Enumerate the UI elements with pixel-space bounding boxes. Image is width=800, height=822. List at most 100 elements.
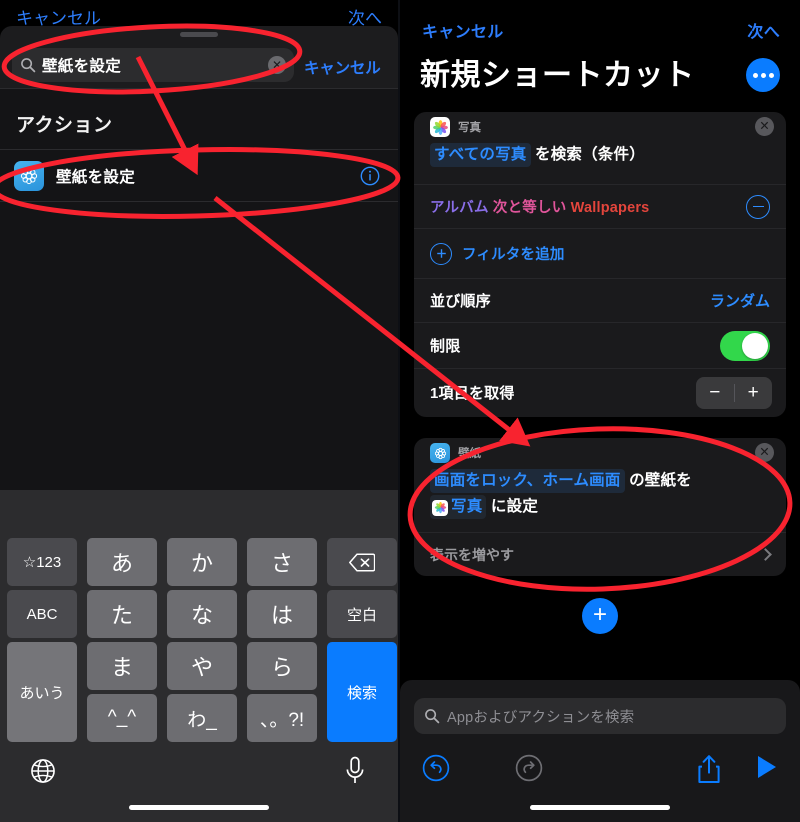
key-label: ま	[110, 655, 133, 680]
key-☆123[interactable]: ☆123	[7, 538, 77, 586]
phrase-token-photos-label: 写真	[451, 498, 483, 515]
key-label: 空白	[346, 606, 377, 624]
key-label: 検索	[346, 684, 377, 702]
key-さ[interactable]: さ	[247, 538, 317, 586]
key-空白[interactable]: 空白	[327, 590, 397, 638]
key-label: ☆123	[22, 554, 62, 571]
search-results-body: アクション 壁紙を設定	[0, 88, 398, 490]
show-more-row[interactable]: 表示を増やす	[414, 532, 786, 576]
card-action-phrase: すべての写真 を検索（条件）	[414, 142, 786, 168]
next-button[interactable]: 次へ	[747, 18, 780, 42]
key-、。?![interactable]: 、。?!	[247, 694, 317, 742]
search-input[interactable]: 壁紙を設定 ✕	[12, 48, 294, 82]
home-indicator-left	[129, 805, 269, 810]
info-circle-icon[interactable]	[360, 166, 380, 186]
key-⌫[interactable]	[327, 538, 397, 586]
photos-app-icon	[430, 117, 450, 137]
search-apps-actions-input[interactable]: Appおよびアクションを検索	[414, 698, 786, 734]
key-わ_[interactable]: わ_	[167, 694, 237, 742]
photos-pinwheel-glyph	[432, 119, 448, 135]
key-ABC[interactable]: ABC	[7, 590, 77, 638]
limit-toggle[interactable]	[720, 330, 770, 361]
row-label: 制限	[430, 338, 461, 355]
ellipsis-dot	[760, 72, 766, 78]
share-icon[interactable]	[696, 754, 722, 784]
clear-search-icon[interactable]: ✕	[268, 56, 286, 74]
key-な[interactable]: な	[167, 590, 237, 638]
key-label: か	[190, 551, 213, 576]
key-か[interactable]: か	[167, 538, 237, 586]
search-placeholder: Appおよびアクションを検索	[447, 709, 635, 726]
key-label: は	[270, 603, 293, 628]
card-app-label: 写真	[458, 122, 481, 134]
divider-below-result	[0, 201, 398, 202]
microphone-icon[interactable]	[344, 756, 366, 786]
screenshot-root: キャンセル 次へ 壁紙を設定 ✕ キャンセル アクション 壁紙を設定 ☆123 …	[0, 0, 800, 822]
action-card-set-wallpaper[interactable]: 壁紙 ✕ 画面をロック、ホーム画面 の壁紙を 写真 に設定 表示を増やす	[414, 438, 786, 576]
row-value-sort-order[interactable]: ランダム	[710, 290, 770, 311]
close-circle-icon[interactable]: ✕	[755, 117, 774, 136]
key-search[interactable]: 検索	[327, 642, 397, 742]
key-ま[interactable]: ま	[87, 642, 157, 690]
filter-row[interactable]: アルバム 次と等しい Wallpapers	[414, 184, 786, 228]
home-indicator-right	[530, 805, 670, 810]
add-filter-label[interactable]: フィルタを追加	[462, 243, 565, 264]
stepper-increment[interactable]: +	[734, 382, 772, 404]
ellipsis-dot	[768, 72, 774, 78]
minus-bar	[752, 205, 764, 208]
phrase-rest-text: を検索（条件）	[535, 146, 645, 163]
card-header: 写真 ✕	[414, 112, 786, 142]
cancel-button[interactable]: キャンセル	[422, 18, 504, 42]
photos-pinwheel-glyph	[434, 501, 446, 514]
plus-circle-icon	[430, 242, 452, 265]
action-search-sheet: 壁紙を設定 ✕ キャンセル アクション 壁紙を設定	[0, 26, 398, 490]
play-icon[interactable]	[755, 754, 779, 780]
key-label: ら	[270, 655, 293, 680]
chevron-right-icon	[759, 548, 772, 561]
search-cancel-button[interactable]: キャンセル	[304, 56, 381, 78]
phrase-token-photos[interactable]: 写真	[430, 495, 487, 519]
row-get-items[interactable]: 1項目を取得 − +	[414, 368, 786, 416]
action-result-row[interactable]: 壁紙を設定	[0, 150, 398, 202]
filter-operator[interactable]: 次と等しい	[493, 200, 567, 216]
globe-icon[interactable]	[30, 758, 56, 784]
minus-circle-icon[interactable]	[746, 194, 770, 219]
wallpaper-app-icon	[430, 443, 450, 463]
backspace-icon	[349, 552, 375, 572]
filter-value[interactable]: Wallpapers	[571, 200, 650, 216]
action-result-label: 壁紙を設定	[56, 169, 136, 186]
search-icon	[21, 58, 36, 73]
row-sort-order[interactable]: 並び順序 ランダム	[414, 278, 786, 322]
add-filter-row[interactable]: フィルタを追加	[414, 228, 786, 278]
phrase-mid-text: の壁紙を	[629, 472, 692, 489]
quantity-stepper[interactable]: − +	[696, 376, 772, 409]
wallpaper-app-icon	[14, 161, 44, 191]
sheet-grabber-handle[interactable]	[180, 32, 218, 37]
rosette-glyph	[20, 167, 38, 185]
phrase-token-screens[interactable]: 画面をロック、ホーム画面	[430, 469, 625, 493]
add-action-button[interactable]: +	[582, 598, 618, 634]
key-label: わ_	[187, 709, 217, 731]
key-^_^[interactable]: ^_^	[87, 694, 157, 742]
key-あ[interactable]: あ	[87, 538, 157, 586]
undo-icon[interactable]	[422, 754, 450, 782]
action-card-find-photos[interactable]: 写真 ✕ すべての写真 を検索（条件） アルバム 次と等しい Wallpaper…	[414, 112, 786, 417]
key-label: さ	[270, 551, 293, 576]
left-panel-background-navbar: キャンセル 次へ	[0, 0, 398, 28]
phrase-token-all-photos[interactable]: すべての写真	[430, 143, 531, 167]
more-options-button[interactable]	[746, 58, 780, 92]
key-ら[interactable]: ら	[247, 642, 317, 690]
close-circle-icon[interactable]: ✕	[755, 443, 774, 462]
key-た[interactable]: た	[87, 590, 157, 638]
key-は[interactable]: は	[247, 590, 317, 638]
divider-top	[0, 88, 398, 89]
key-や[interactable]: や	[167, 642, 237, 690]
filter-field[interactable]: アルバム	[430, 200, 489, 216]
redo-icon[interactable]	[515, 754, 543, 782]
row-limit[interactable]: 制限	[414, 322, 786, 368]
stepper-decrement[interactable]: −	[696, 382, 734, 404]
right-panel-navbar: キャンセル 次へ	[400, 0, 800, 46]
key-あいう[interactable]: あいう	[7, 642, 77, 742]
japanese-kana-keyboard: ☆123 あ か さ ABC た な は 空白あいう ま や ら検索 ^_^ わ_ 、。?!	[0, 490, 398, 822]
search-bar-row: 壁紙を設定 ✕ キャンセル	[0, 42, 398, 88]
